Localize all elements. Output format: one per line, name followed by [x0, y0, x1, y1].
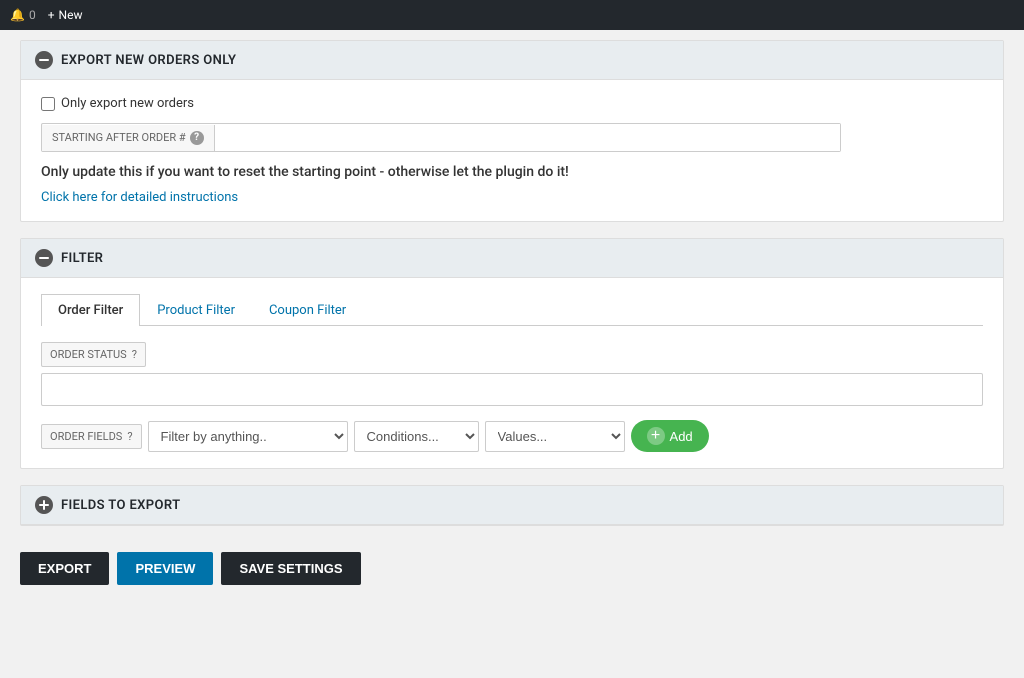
- order-fields-row: ORDER FIELDS ? Filter by anything.. Orde…: [41, 420, 983, 452]
- new-item[interactable]: + New: [48, 8, 83, 22]
- order-fields-help-icon[interactable]: ?: [127, 430, 132, 443]
- detailed-instructions-link[interactable]: Click here for detailed instructions: [41, 190, 238, 205]
- plus-vertical: [43, 500, 45, 510]
- notification-item[interactable]: 🔔 0: [10, 8, 36, 22]
- starting-after-help-icon[interactable]: ?: [190, 131, 204, 145]
- fields-to-export-title: FIELDS TO EXPORT: [61, 498, 181, 513]
- fields-to-export-header[interactable]: FIELDS TO EXPORT: [21, 486, 1003, 525]
- order-status-label: ORDER STATUS ?: [41, 342, 146, 367]
- bottom-actions: EXPORT Preview SAVE SETTINGS: [20, 542, 1004, 605]
- only-export-label: Only export new orders: [61, 96, 194, 111]
- export-new-orders-title: EXPORT NEW ORDERS ONLY: [61, 53, 236, 68]
- export-new-orders-body: Only export new orders STARTING AFTER OR…: [21, 80, 1003, 221]
- minus-icon: [39, 59, 49, 61]
- tab-coupon-filter[interactable]: Coupon Filter: [252, 294, 363, 326]
- starting-after-label: STARTING AFTER ORDER # ?: [42, 125, 215, 151]
- export-new-orders-section: EXPORT NEW ORDERS ONLY Only export new o…: [20, 40, 1004, 222]
- filter-minus-icon: [39, 257, 49, 259]
- order-status-group: ORDER STATUS ?: [41, 342, 983, 406]
- values-select[interactable]: Values... Yes No: [485, 421, 625, 452]
- tab-product-filter[interactable]: Product Filter: [140, 294, 252, 326]
- filter-title: FILTER: [61, 251, 103, 266]
- order-status-input[interactable]: [41, 373, 983, 406]
- starting-after-order-input[interactable]: [215, 124, 840, 151]
- fields-to-export-section: FIELDS TO EXPORT: [20, 485, 1004, 526]
- export-new-orders-header[interactable]: EXPORT NEW ORDERS ONLY: [21, 41, 1003, 80]
- only-export-checkbox-row: Only export new orders: [41, 96, 983, 111]
- tab-order-filter[interactable]: Order Filter: [41, 294, 140, 326]
- conditions-select[interactable]: Conditions... equals not equals contains…: [354, 421, 479, 452]
- export-button[interactable]: EXPORT: [20, 552, 109, 585]
- bell-icon: 🔔: [10, 8, 25, 22]
- starting-after-order-input-group: STARTING AFTER ORDER # ?: [41, 123, 841, 152]
- add-plus-icon: +: [647, 427, 665, 445]
- filter-collapse-icon[interactable]: [35, 249, 53, 267]
- order-fields-label: ORDER FIELDS ?: [41, 424, 142, 449]
- preview-button[interactable]: Preview: [117, 552, 213, 585]
- filter-header[interactable]: FILTER: [21, 239, 1003, 278]
- plus-icon: +: [48, 8, 55, 22]
- filter-section: FILTER Order Filter Product Filter Coupo…: [20, 238, 1004, 469]
- order-status-help-icon[interactable]: ?: [132, 348, 137, 361]
- filter-by-anything-select[interactable]: Filter by anything.. Order ID Order Stat…: [148, 421, 348, 452]
- only-export-checkbox[interactable]: [41, 97, 55, 111]
- fields-expand-icon[interactable]: [35, 496, 53, 514]
- top-bar: 🔔 0 + New: [0, 0, 1024, 30]
- filter-tabs: Order Filter Product Filter Coupon Filte…: [41, 294, 983, 326]
- add-filter-button[interactable]: + Add: [631, 420, 709, 452]
- main-content: EXPORT NEW ORDERS ONLY Only export new o…: [0, 30, 1024, 615]
- filter-body: Order Filter Product Filter Coupon Filte…: [21, 278, 1003, 468]
- save-settings-button[interactable]: SAVE SETTINGS: [221, 552, 360, 585]
- collapse-icon[interactable]: [35, 51, 53, 69]
- info-text: Only update this if you want to reset th…: [41, 164, 983, 180]
